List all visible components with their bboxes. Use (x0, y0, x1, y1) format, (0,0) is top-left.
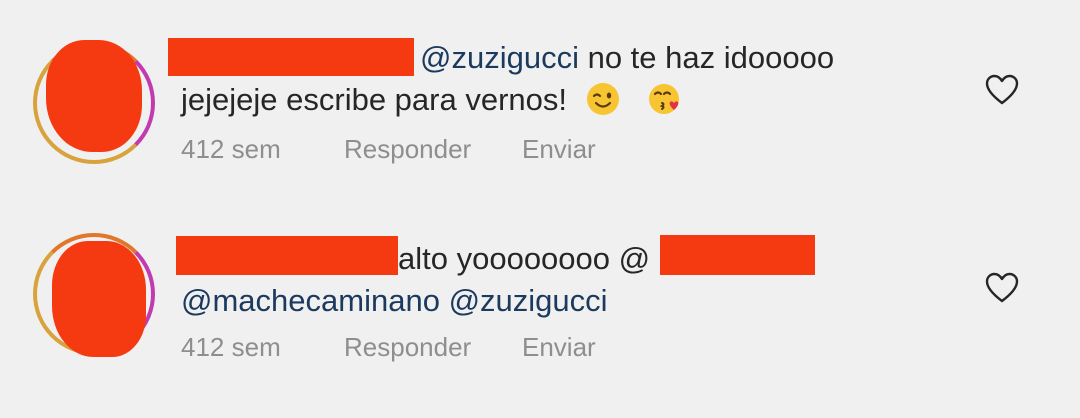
like-heart-icon[interactable] (985, 272, 1019, 304)
send-button[interactable]: Enviar (522, 134, 596, 165)
comment-text-line-2: jejejeje escribe para vernos! (181, 78, 682, 122)
comment-text: jejejeje escribe para vernos! (181, 82, 567, 117)
comment-timestamp: 412 sem (181, 332, 281, 362)
mention-link[interactable]: @zuzigucci (449, 283, 608, 318)
comment-item: alto yoooooooo @ @machecaminano @zuziguc… (0, 205, 1080, 395)
comment-text: alto yoooooooo @ (398, 241, 651, 276)
username-redaction (176, 236, 398, 275)
comment-text-line-1: alto yoooooooo @ (398, 237, 650, 281)
mention-link[interactable]: @machecaminano (181, 283, 440, 318)
reply-button[interactable]: Responder (344, 134, 522, 165)
winking-face-emoji (586, 83, 619, 115)
mention-link[interactable]: @zuzigucci (420, 40, 579, 75)
avatar-redaction (46, 40, 142, 152)
comment-timestamp: 412 sem (181, 134, 281, 164)
comment-item: @zuzigucci no te haz idooooo jejejeje es… (0, 0, 1080, 190)
reply-button[interactable]: Responder (344, 332, 522, 363)
send-button[interactable]: Enviar (522, 332, 596, 363)
comment-text-line-1: @zuzigucci no te haz idooooo (420, 36, 834, 80)
comment-meta: 412 sem Responder Enviar (181, 134, 596, 165)
kissing-heart-emoji (649, 84, 680, 114)
mention-redaction (660, 235, 815, 275)
comment-text: no te haz idooooo (578, 40, 835, 75)
comment-meta: 412 sem Responder Enviar (181, 332, 596, 363)
avatar-redaction (52, 241, 146, 357)
comment-text-line-2: @machecaminano @zuzigucci (181, 279, 608, 323)
username-redaction (168, 38, 414, 76)
like-heart-icon[interactable] (985, 74, 1019, 106)
